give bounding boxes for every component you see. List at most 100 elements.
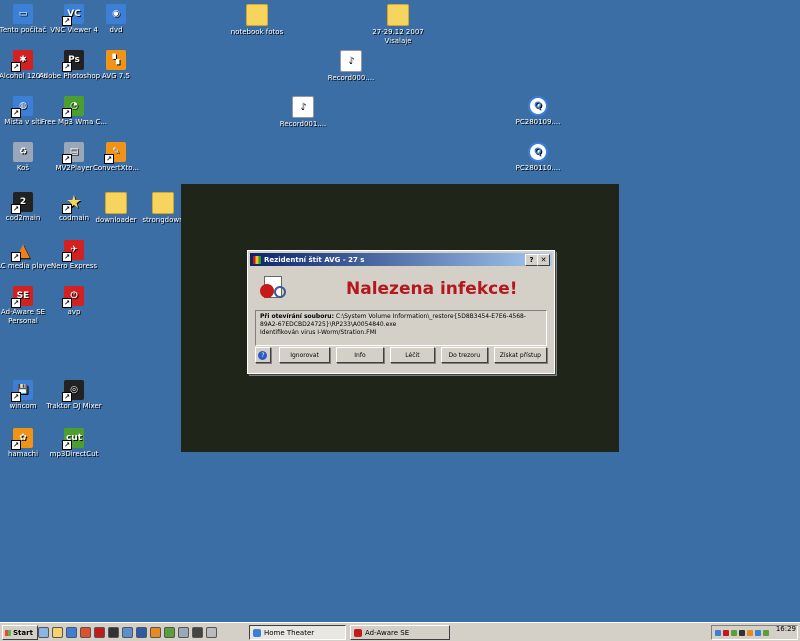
dvd-icon: ◉ bbox=[106, 4, 126, 24]
desktop-icon[interactable]: ♪ Record000.... bbox=[315, 50, 387, 83]
nero-icon: ✈ bbox=[62, 240, 84, 262]
desktop-icon-label: PC280110.... bbox=[515, 164, 561, 172]
heal-button[interactable]: Léčit bbox=[389, 347, 436, 363]
desktop-icon-label: PC280109.... bbox=[515, 118, 561, 126]
desktop-icon-label: 27-29.12 2007 Visalaje bbox=[372, 28, 424, 45]
app3-icon[interactable] bbox=[206, 627, 217, 638]
desktop-icon-label: AVG 7.5 bbox=[102, 72, 130, 80]
desktop-icon[interactable]: ♪ Record001.... bbox=[267, 96, 339, 129]
app-icon[interactable] bbox=[178, 627, 189, 638]
desktop-icon-label: avp bbox=[67, 308, 81, 316]
convertx-icon: ✎ bbox=[104, 142, 126, 164]
infection-heading: Nalezena infekce! bbox=[346, 279, 518, 299]
help-icon: ? bbox=[258, 350, 268, 360]
show-desktop-icon[interactable] bbox=[38, 627, 49, 638]
network-tray-icon[interactable] bbox=[715, 629, 721, 636]
computer-icon: ▭ bbox=[13, 4, 33, 24]
desktop-icon[interactable]: Q PC280110.... bbox=[502, 142, 574, 173]
desktop-icon-label: Traktor DJ Mixer bbox=[46, 402, 102, 410]
desktop-icon[interactable]: ▚ AVG 7.5 bbox=[80, 50, 152, 81]
desktop-icon-label: mp3DirectCut bbox=[49, 450, 99, 458]
desktop-icon[interactable]: Q PC280109.... bbox=[502, 96, 574, 127]
volume-tray-icon[interactable] bbox=[747, 629, 753, 636]
infection-alert-icon bbox=[260, 274, 286, 300]
quick-launch bbox=[38, 627, 217, 638]
media-player-icon[interactable] bbox=[108, 627, 119, 638]
start-label: Start bbox=[13, 628, 33, 637]
mp3directcut-icon: cut bbox=[62, 428, 84, 450]
virus-name-text: Identifikován virus I-Worm/Stration.FMI bbox=[260, 329, 377, 336]
dialog-header: Nalezena infekce! bbox=[248, 266, 554, 310]
dialog-title: Rezidentní štít AVG - 27 s bbox=[264, 255, 365, 264]
info-button[interactable]: Info bbox=[336, 347, 384, 363]
quicktime-icon: Q bbox=[528, 142, 548, 162]
messenger-icon[interactable] bbox=[122, 627, 133, 638]
desktop-icon-label: Record001.... bbox=[279, 120, 327, 128]
desktop-icon[interactable]: cutmp3DirectCut bbox=[38, 428, 110, 459]
windows-logo-icon bbox=[5, 629, 11, 636]
internet-explorer-icon[interactable] bbox=[66, 627, 77, 638]
desktop-icon[interactable]: ⏻avp bbox=[38, 286, 110, 317]
home-theater-icon bbox=[253, 628, 261, 637]
desktop-icon[interactable]: notebook fotos bbox=[221, 4, 293, 37]
desktop-icon[interactable]: ✎ConvertXto... bbox=[80, 142, 152, 173]
quicktime-icon: Q bbox=[528, 96, 548, 116]
dialog-titlebar: Rezidentní štít AVG - 27 s ? ✕ bbox=[250, 253, 552, 266]
update-tray-icon[interactable] bbox=[763, 629, 769, 636]
app-tray-icon[interactable] bbox=[739, 629, 745, 636]
desktop-icon[interactable]: ◉ dvd bbox=[80, 4, 152, 35]
desktop-icon-label: Free Mp3 Wma C... bbox=[40, 118, 108, 126]
folder-icon bbox=[105, 192, 127, 214]
avg-tray-icon[interactable] bbox=[723, 629, 729, 636]
task-home-theater[interactable]: Home Theater bbox=[249, 625, 346, 640]
desktop-icon-label: Nero Express bbox=[50, 262, 98, 270]
desktop-icon-label: Record000.... bbox=[327, 74, 375, 82]
desktop-icon[interactable]: ✈Nero Express bbox=[38, 240, 110, 271]
avg-small-icon bbox=[253, 255, 261, 264]
alcohol-icon: ✱ bbox=[11, 50, 33, 72]
desktop-icon-label: ConvertXto... bbox=[92, 164, 140, 172]
traktor-icon: ◎ bbox=[62, 380, 84, 402]
avg-alert-dialog: Rezidentní štít AVG - 27 s ? ✕ Nalezena … bbox=[247, 250, 555, 374]
desktop-icon[interactable]: ◔Free Mp3 Wma C... bbox=[38, 96, 110, 127]
sound-file-icon: ♪ bbox=[340, 50, 362, 72]
clock[interactable]: 16:29 bbox=[776, 625, 796, 633]
titlebar-close-button[interactable]: ✕ bbox=[537, 254, 550, 266]
help-button[interactable]: ? bbox=[255, 347, 271, 363]
adaware-icon: SE bbox=[11, 286, 33, 308]
dialog-button-row: ? Ignorovat Info Léčit Do trezoru Získat… bbox=[255, 347, 547, 363]
opera-icon[interactable] bbox=[94, 627, 105, 638]
file-label: Při otevírání souboru: bbox=[260, 313, 334, 320]
network-places-icon: ◍ bbox=[11, 96, 33, 118]
adaware-task-icon bbox=[354, 628, 362, 637]
start-button[interactable]: Start bbox=[2, 625, 38, 640]
folder-icon bbox=[387, 4, 409, 26]
vlc-icon: ▲ bbox=[11, 240, 33, 262]
green-app-icon[interactable] bbox=[164, 627, 175, 638]
sound-file-icon: ♪ bbox=[292, 96, 314, 118]
task-ad-aware[interactable]: Ad-Aware SE bbox=[350, 625, 450, 640]
app2-icon[interactable] bbox=[192, 627, 203, 638]
avg-icon: ▚ bbox=[106, 50, 126, 70]
infection-details: Při otevírání souboru: C:\System Volume … bbox=[255, 310, 547, 346]
desktop-icon[interactable]: 27-29.12 2007 Visalaje bbox=[362, 4, 434, 46]
desktop-icon-label: notebook fotos bbox=[230, 28, 284, 36]
firefox-icon[interactable] bbox=[80, 627, 91, 638]
explorer-icon[interactable] bbox=[52, 627, 63, 638]
folder-icon bbox=[152, 192, 174, 214]
messenger-tray-icon[interactable] bbox=[755, 629, 761, 636]
security-tray-icon[interactable] bbox=[731, 629, 737, 636]
task-label: Home Theater bbox=[264, 628, 315, 637]
hamachi-icon: ✿ bbox=[11, 428, 33, 450]
cod2-icon: 2 bbox=[11, 192, 33, 214]
folder-icon bbox=[246, 4, 268, 26]
wincom-icon: 💾 bbox=[11, 380, 33, 402]
ignore-button[interactable]: Ignorovat bbox=[278, 347, 331, 363]
total-commander-icon[interactable] bbox=[136, 627, 147, 638]
recycle-bin-icon: ♻ bbox=[13, 142, 33, 162]
get-access-button[interactable]: Získat přístup bbox=[493, 347, 547, 363]
move-to-vault-button[interactable]: Do trezoru bbox=[441, 347, 488, 363]
desktop-icon[interactable]: ◎Traktor DJ Mixer bbox=[38, 380, 110, 411]
avg-quick-icon[interactable] bbox=[150, 627, 161, 638]
taskbar: Start Home Theater Ad-Aware SE 16:29 bbox=[0, 622, 800, 641]
